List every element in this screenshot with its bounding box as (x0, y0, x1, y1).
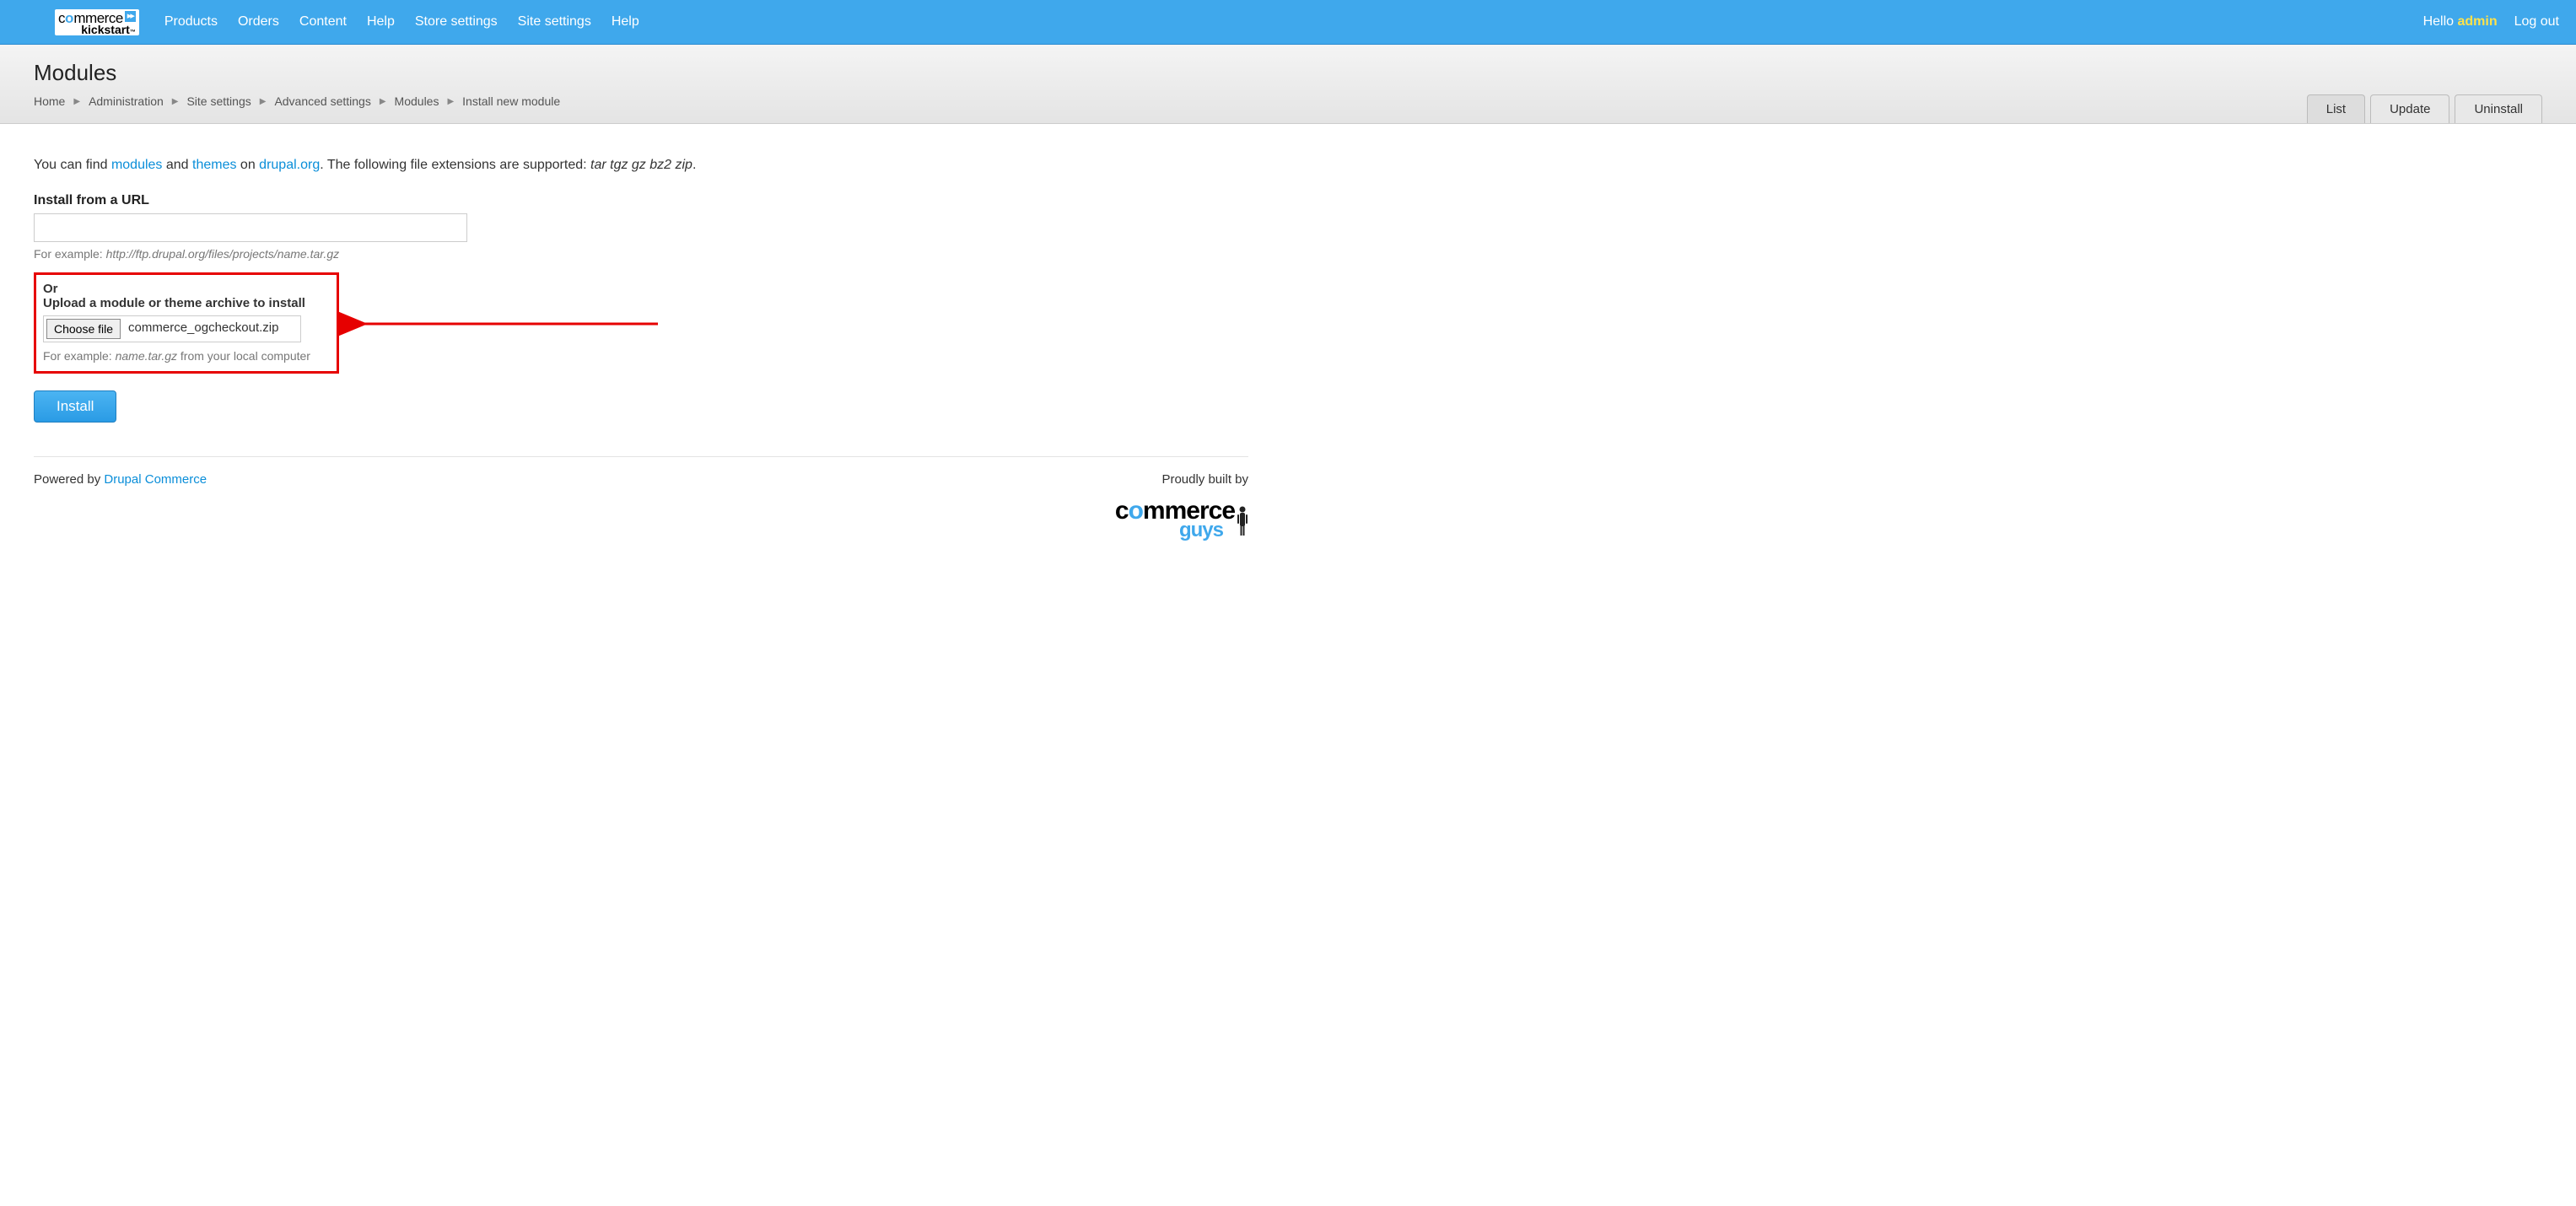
link-drupal-org[interactable]: drupal.org (259, 158, 320, 172)
page-header: Modules Home ▶ Administration ▶ Site setti… (0, 45, 2576, 124)
breadcrumb-sep-icon: ▶ (172, 97, 179, 106)
commerce-guys-logo[interactable]: commerce guys (1115, 500, 1235, 539)
choose-file-button[interactable]: Choose file (46, 319, 121, 339)
nav-orders[interactable]: Orders (238, 14, 279, 30)
install-from-url-section: Install from a URL For example: http://f… (34, 193, 1248, 261)
install-url-label: Install from a URL (34, 193, 1248, 208)
breadcrumb-site-settings[interactable]: Site settings (186, 94, 251, 108)
install-url-description: For example: http://ftp.drupal.org/files… (34, 247, 1248, 261)
selected-file-name: commerce_ogcheckout.zip (123, 316, 283, 342)
breadcrumb: Home ▶ Administration ▶ Site settings ▶ Adv… (34, 94, 2542, 123)
nav-site-settings[interactable]: Site settings (518, 14, 591, 30)
file-input-row: Choose file commerce_ogcheckout.zip (43, 315, 301, 342)
page-footer: Powered by Drupal Commerce Proudly built… (34, 472, 1248, 539)
breadcrumb-home[interactable]: Home (34, 94, 65, 108)
breadcrumb-modules[interactable]: Modules (395, 94, 439, 108)
powered-by: Powered by Drupal Commerce (34, 472, 207, 487)
nav-help-2[interactable]: Help (612, 14, 639, 30)
page-content: You can find modules and themes on drupa… (0, 124, 1282, 556)
breadcrumb-current: Install new module (462, 94, 560, 108)
nav-help[interactable]: Help (367, 14, 395, 30)
upload-archive-label: Upload a module or theme archive to inst… (43, 296, 330, 310)
upload-description: For example: name.tar.gz from your local… (43, 349, 330, 363)
tab-list[interactable]: List (2307, 94, 2365, 123)
install-url-input[interactable] (34, 213, 467, 242)
annotation-arrow-icon (337, 311, 675, 336)
link-modules[interactable]: modules (111, 158, 162, 172)
breadcrumb-sep-icon: ▶ (260, 97, 267, 106)
local-tabs: List Update Uninstall (2307, 94, 2542, 123)
or-label: Or (43, 282, 330, 296)
proudly-built-by: Proudly built by commerce guys (1115, 472, 1248, 539)
nav-store-settings[interactable]: Store settings (415, 14, 498, 30)
nav-content[interactable]: Content (299, 14, 347, 30)
tab-uninstall[interactable]: Uninstall (2455, 94, 2542, 123)
install-button[interactable]: Install (34, 390, 116, 423)
hello-user: Hello admin (2423, 14, 2498, 30)
breadcrumb-sep-icon: ▶ (73, 97, 80, 106)
primary-nav: Products Orders Content Help Store setti… (164, 14, 639, 30)
page-title: Modules (34, 60, 2542, 86)
breadcrumb-sep-icon: ▶ (447, 97, 454, 106)
site-logo[interactable]: commerce▸▸ kickstart™ (55, 9, 139, 35)
upload-archive-section: Or Upload a module or theme archive to i… (34, 272, 339, 374)
breadcrumb-advanced-settings[interactable]: Advanced settings (274, 94, 370, 108)
link-drupal-commerce[interactable]: Drupal Commerce (104, 472, 207, 487)
breadcrumb-sep-icon: ▶ (380, 97, 386, 106)
top-nav-bar: commerce▸▸ kickstart™ Products Orders Co… (0, 0, 2576, 45)
link-themes[interactable]: themes (192, 158, 236, 172)
nav-products[interactable]: Products (164, 14, 218, 30)
logout-link[interactable]: Log out (2514, 14, 2559, 30)
footer-separator (34, 456, 1248, 457)
tab-update[interactable]: Update (2370, 94, 2449, 123)
breadcrumb-administration[interactable]: Administration (89, 94, 164, 108)
intro-text: You can find modules and themes on drupa… (34, 158, 1248, 173)
person-icon (1237, 505, 1248, 539)
